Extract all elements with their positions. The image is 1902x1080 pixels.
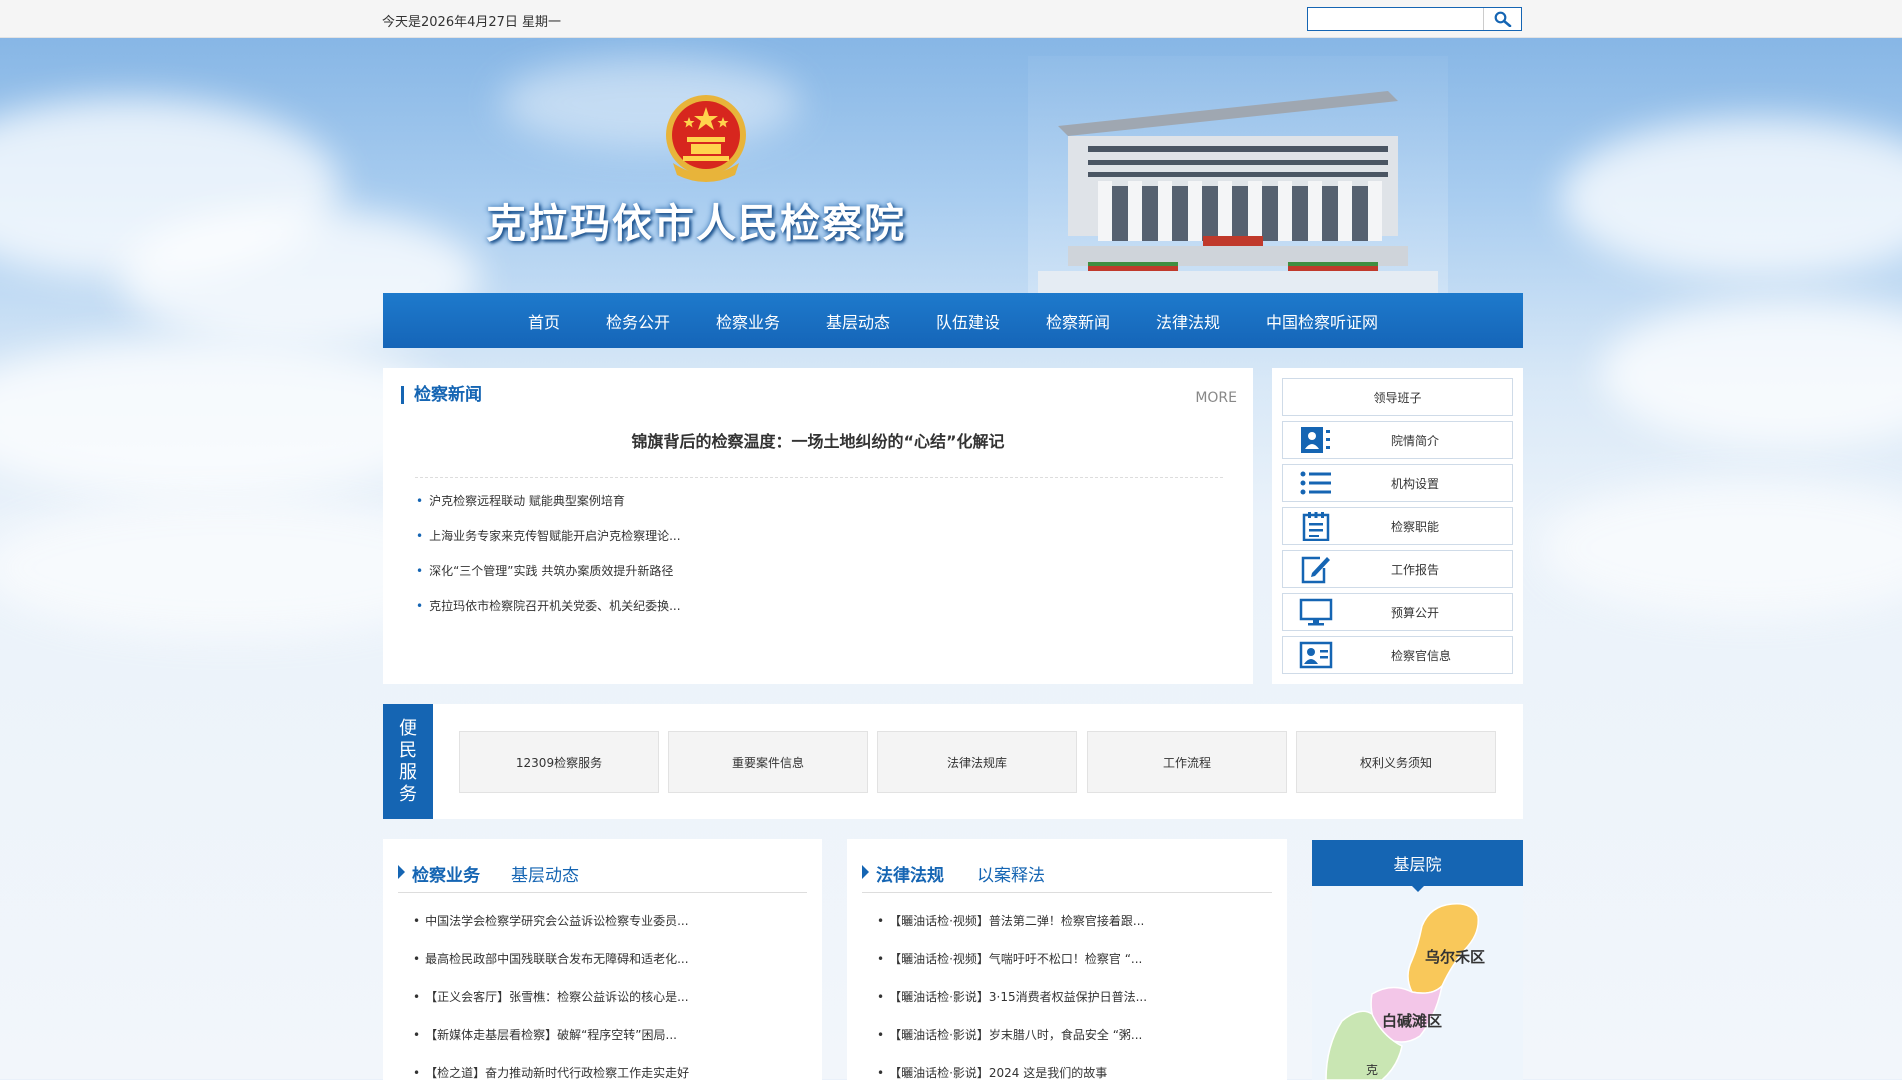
news-panel: 检察新闻 MORE 锦旗背后的检察温度：一场土地纠纷的“心结”化解记 沪克检察远… bbox=[383, 368, 1253, 684]
col1-tabs: 检察业务 基层动态 bbox=[398, 861, 807, 893]
sidebar-item-label: 院情简介 bbox=[1391, 433, 1440, 448]
nav-item-home[interactable]: 首页 bbox=[505, 309, 583, 333]
nav-item-procuratorial-work[interactable]: 检察业务 bbox=[693, 309, 803, 333]
news-item[interactable]: 上海业务专家来克传智赋能开启沪克检察理论... bbox=[416, 525, 680, 560]
sidebar-item-label: 工作报告 bbox=[1391, 562, 1440, 577]
news-item[interactable]: 深化“三个管理”实践 共筑办案质效提升新路径 bbox=[416, 560, 681, 595]
search-button[interactable] bbox=[1483, 8, 1521, 30]
list-item[interactable]: 【检之道】奋力推动新时代行政检察工作走实走好 bbox=[413, 1063, 689, 1080]
list-item[interactable]: 【曬油话检·影说】岁末腊八时，食品安全 “粥... bbox=[877, 1025, 1147, 1063]
sidebar-item-label: 检察职能 bbox=[1391, 519, 1440, 534]
news-divider bbox=[415, 477, 1223, 478]
sidebar-item-label: 检察官信息 bbox=[1391, 648, 1452, 663]
id-card-icon bbox=[1283, 426, 1349, 454]
search-icon bbox=[1494, 11, 1511, 27]
procuratorate-building-image bbox=[1028, 56, 1448, 293]
news-item[interactable]: 克拉玛依市检察院召开机关党委、机关纪委换... bbox=[416, 595, 680, 630]
sidebar-item-label: 领导班子 bbox=[1373, 390, 1422, 405]
service-workflow-button[interactable]: 工作流程 bbox=[1087, 731, 1287, 793]
nav-item-affairs-open[interactable]: 检务公开 bbox=[583, 309, 693, 333]
service-rights-button[interactable]: 权利义务须知 bbox=[1296, 731, 1496, 793]
district-map: 乌尔禾区 白碱滩区 克 bbox=[1325, 903, 1485, 1080]
profile-card-icon bbox=[1283, 641, 1349, 669]
monitor-icon bbox=[1283, 598, 1349, 626]
sidebar-item-label: 预算公开 bbox=[1391, 605, 1440, 620]
news-more-link[interactable]: MORE bbox=[1195, 390, 1237, 406]
date-text: 今天是2026年4月27日 星期一 bbox=[382, 15, 562, 30]
list-icon bbox=[1283, 470, 1349, 496]
nav-item-hearing-site[interactable]: 中国检察听证网 bbox=[1243, 309, 1401, 333]
notepad-icon bbox=[1283, 511, 1349, 541]
main-nav: 首页 检务公开 检察业务 基层动态 队伍建设 检察新闻 法律法规 中国检察听证网 bbox=[383, 293, 1523, 348]
service-12309-button[interactable]: 12309检察服务 bbox=[459, 731, 659, 793]
procuratorial-work-panel: 检察业务 基层动态 中国法学会检察学研究会公益诉讼检察专业委员... 最高检民政… bbox=[383, 839, 822, 1080]
list-item[interactable]: 【曬油话检·影说】3·15消费者权益保护日普法... bbox=[877, 987, 1147, 1025]
nav-item-team-building[interactable]: 队伍建设 bbox=[913, 309, 1023, 333]
sidebar-item-functions[interactable]: 检察职能 bbox=[1282, 507, 1513, 545]
nav-item-laws[interactable]: 法律法规 bbox=[1133, 309, 1243, 333]
nav-item-news[interactable]: 检察新闻 bbox=[1023, 309, 1133, 333]
tab-grassroots[interactable]: 基层动态 bbox=[511, 861, 579, 886]
laws-panel: 法律法规 以案释法 【曬油话检·视频】普法第二弹！检察官接着跟... 【曬油话检… bbox=[847, 839, 1287, 1080]
tab-case-interpretation[interactable]: 以案释法 bbox=[977, 861, 1045, 886]
search-box bbox=[1307, 7, 1522, 31]
tab-laws[interactable]: 法律法规 bbox=[862, 861, 944, 886]
site-header: 克拉玛依市人民检察院 bbox=[383, 38, 1523, 293]
edit-icon bbox=[1283, 554, 1349, 584]
sidebar-item-budget[interactable]: 预算公开 bbox=[1282, 593, 1513, 631]
sidebar-item-organization[interactable]: 机构设置 bbox=[1282, 464, 1513, 502]
news-section-title: 检察新闻 bbox=[401, 386, 482, 404]
public-service-tag: 便 民 服 务 bbox=[383, 704, 433, 819]
list-item[interactable]: 中国法学会检察学研究会公益诉讼检察专业委员... bbox=[413, 911, 689, 949]
list-item[interactable]: 【正义会客厅】张雪樵：检察公益诉讼的核心是... bbox=[413, 987, 689, 1025]
service-law-library-button[interactable]: 法律法规库 bbox=[877, 731, 1077, 793]
news-headline[interactable]: 锦旗背后的检察温度：一场土地纠纷的“心结”化解记 bbox=[383, 428, 1253, 452]
top-bar: 今天是2026年4月27日 星期一 bbox=[0, 0, 1902, 38]
list-item[interactable]: 【新媒体走基层看检察】破解“程序空转”困局... bbox=[413, 1025, 689, 1063]
sidebar-item-prosecutor-info[interactable]: 检察官信息 bbox=[1282, 636, 1513, 674]
sidebar-item-work-report[interactable]: 工作报告 bbox=[1282, 550, 1513, 588]
list-item[interactable]: 【曬油话检·视频】普法第二弹！检察官接着跟... bbox=[877, 911, 1147, 949]
tag-char: 务 bbox=[399, 783, 417, 805]
map-label-baijiantan: 白碱滩区 bbox=[1382, 1012, 1442, 1030]
news-item[interactable]: 沪克检察远程联动 赋能典型案例培育 bbox=[416, 490, 681, 525]
news-list: 沪克检察远程联动 赋能典型案例培育 上海业务专家来克传智赋能开启沪克检察理论..… bbox=[416, 490, 681, 630]
service-cases-button[interactable]: 重要案件信息 bbox=[668, 731, 868, 793]
national-emblem-icon bbox=[666, 95, 746, 182]
site-title: 克拉玛依市人民检察院 bbox=[486, 201, 906, 247]
list-item[interactable]: 【曬油话检·视频】气喘吁吁不松口！检察官 “... bbox=[877, 949, 1147, 987]
nav-item-grassroots[interactable]: 基层动态 bbox=[803, 309, 913, 333]
tab-procuratorial-work[interactable]: 检察业务 bbox=[398, 861, 480, 886]
col2-tabs: 法律法规 以案释法 bbox=[862, 861, 1272, 893]
list-item[interactable]: 【曬油话检·影说】2024 这是我们的故事 bbox=[877, 1063, 1147, 1080]
sidebar-item-leadership[interactable]: 领导班子 bbox=[1282, 378, 1513, 416]
map-label-karamay: 克 bbox=[1366, 1063, 1378, 1077]
search-input[interactable] bbox=[1310, 10, 1482, 28]
map-label-wuerhe: 乌尔禾区 bbox=[1425, 948, 1485, 966]
public-service-panel: 便 民 服 务 12309检察服务 重要案件信息 法律法规库 工作流程 权利义务… bbox=[383, 704, 1523, 819]
list-item[interactable]: 最高检民政部中国残联联合发布无障碍和适老化... bbox=[413, 949, 689, 987]
sidebar-item-overview[interactable]: 院情简介 bbox=[1282, 421, 1513, 459]
district-courts-panel: 基层院 乌尔禾区 白碱滩区 克 bbox=[1312, 840, 1523, 1080]
sidebar-item-label: 机构设置 bbox=[1391, 476, 1440, 491]
tag-char: 服 bbox=[399, 761, 417, 783]
district-courts-title: 基层院 bbox=[1312, 840, 1523, 892]
col1-list: 中国法学会检察学研究会公益诉讼检察专业委员... 最高检民政部中国残联联合发布无… bbox=[413, 911, 689, 1080]
tag-char: 民 bbox=[399, 739, 417, 761]
tag-char: 便 bbox=[399, 717, 417, 739]
col2-list: 【曬油话检·视频】普法第二弹！检察官接着跟... 【曬油话检·视频】气喘吁吁不松… bbox=[877, 911, 1147, 1080]
quick-links-sidebar: 领导班子 院情简介 机构设置 检察职能 工作报告 预算公开 检察官信息 bbox=[1272, 368, 1523, 684]
